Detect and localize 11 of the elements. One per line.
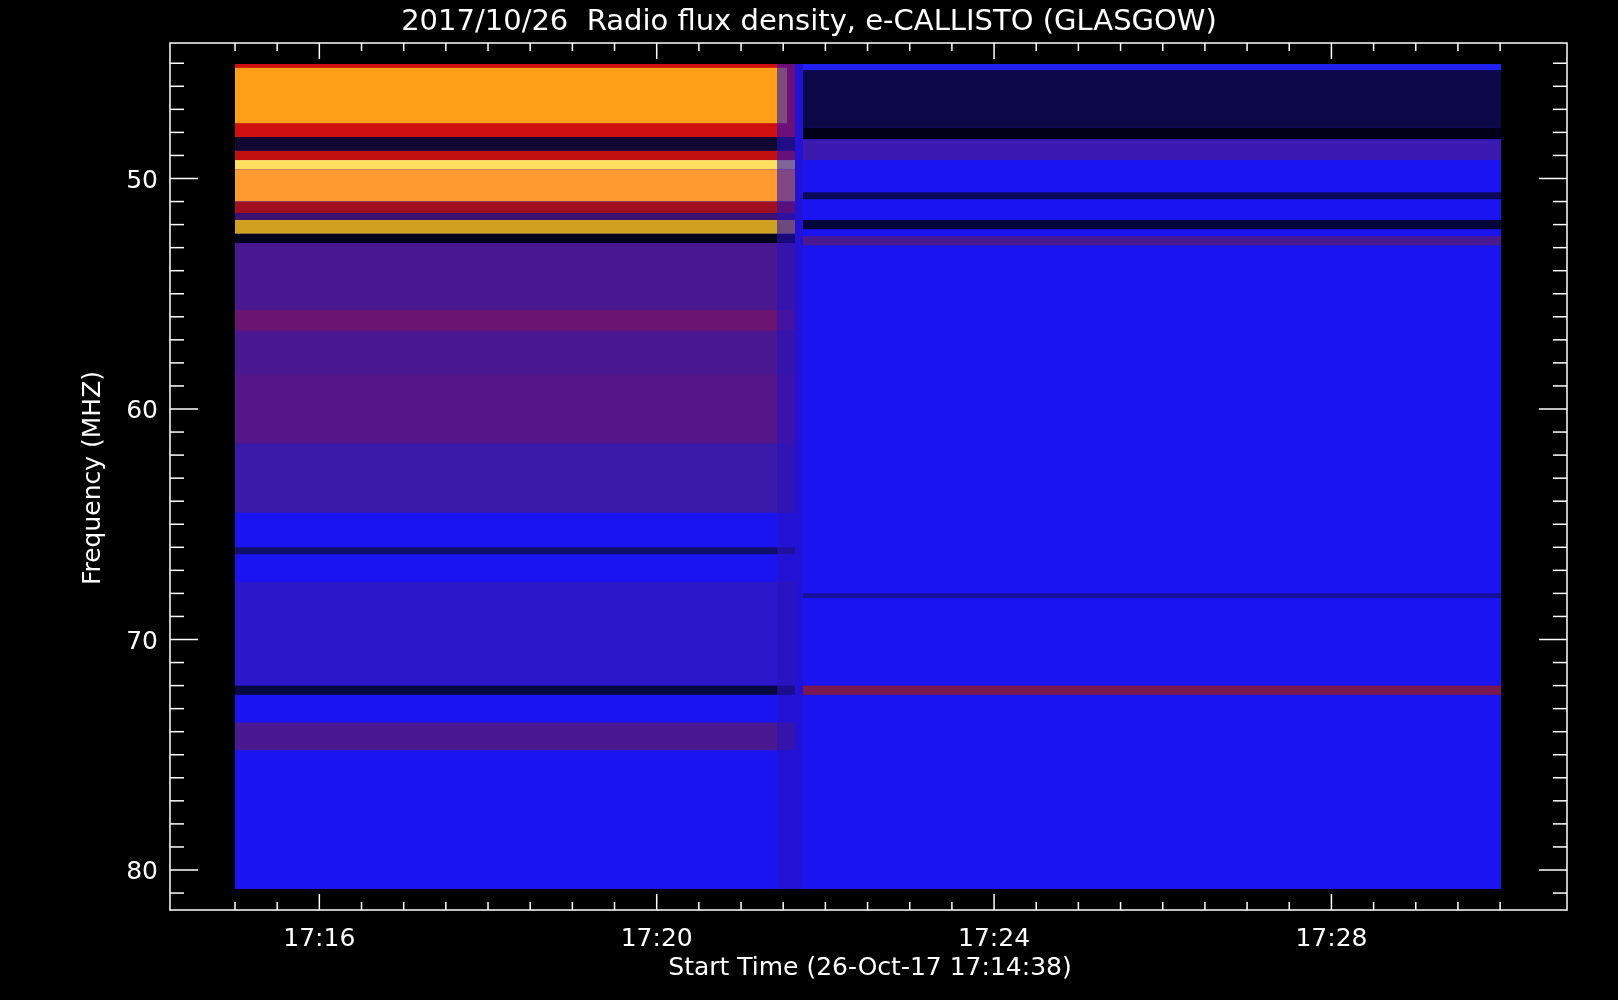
tick-label: 60 bbox=[126, 395, 158, 424]
tick-label: 70 bbox=[126, 625, 158, 655]
tick-label: 17:28 bbox=[1295, 923, 1368, 952]
tick-label: 17:16 bbox=[283, 923, 356, 952]
tick-label: 17:24 bbox=[958, 923, 1031, 952]
chart-title: 2017/10/26 Radio flux density, e-CALLISTO (GLASGOW) bbox=[401, 3, 1217, 37]
axis-label: Start Time (26-Oct-17 17:14:38) bbox=[668, 952, 1072, 981]
axis-label: Frequency (MHZ) bbox=[77, 370, 106, 586]
tick-label: 50 bbox=[126, 164, 158, 194]
tick-label: 80 bbox=[126, 856, 158, 885]
tick-label: 17:20 bbox=[620, 923, 693, 952]
